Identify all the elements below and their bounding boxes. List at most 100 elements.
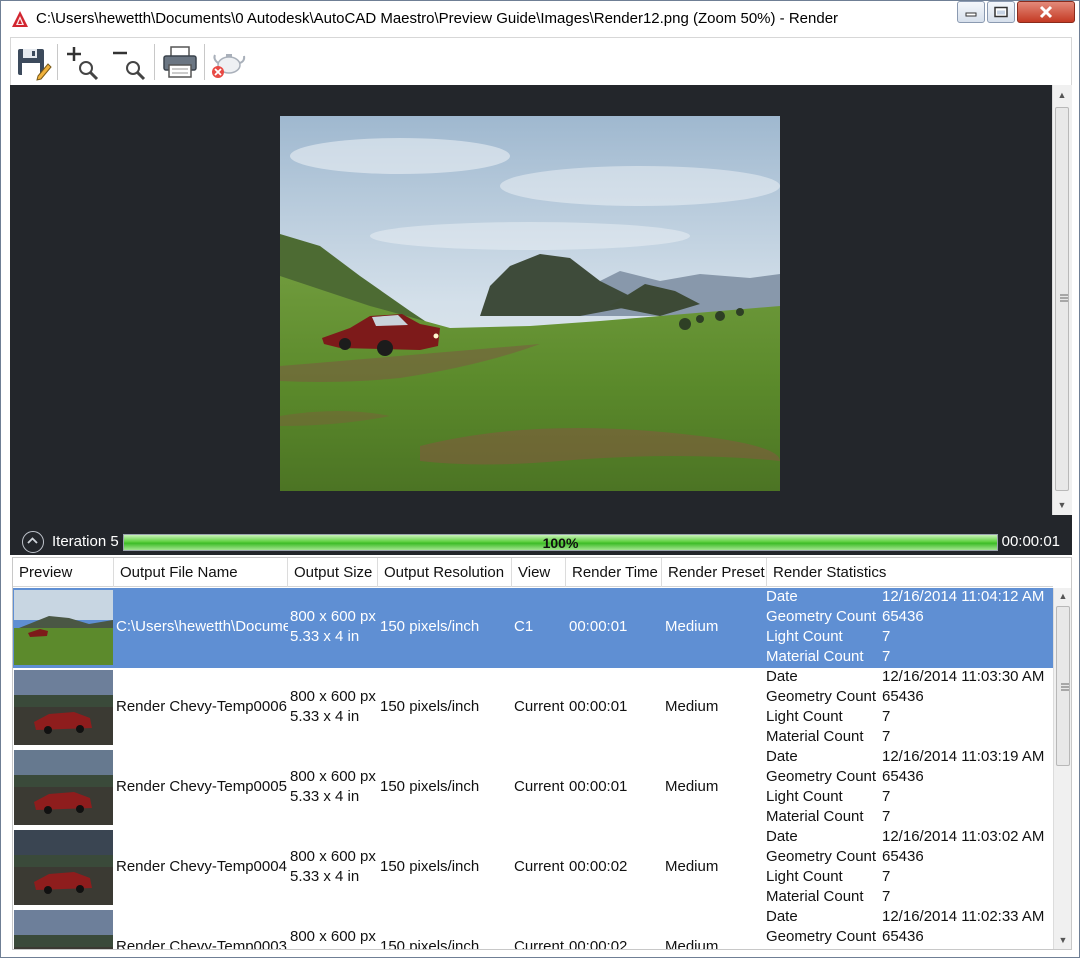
thumbnail-image xyxy=(14,670,113,745)
save-button[interactable] xyxy=(14,43,52,81)
stat-value: 7 xyxy=(882,728,891,745)
stat-value: 65436 xyxy=(882,608,924,625)
render-time-cell: 00:00:02 xyxy=(569,858,628,875)
minimize-button[interactable] xyxy=(957,1,985,23)
close-icon xyxy=(1039,5,1053,19)
stat-value: 7 xyxy=(882,708,891,725)
render-preset-cell: Medium xyxy=(665,938,719,950)
stat-value: 7 xyxy=(882,628,891,645)
rendered-landscape xyxy=(280,116,780,491)
table-row[interactable]: Render Chevy-Temp0005 800 x 600 px 5.33 x … xyxy=(13,748,1053,828)
stat-label: Material Count xyxy=(766,808,864,825)
stat-value: 65436 xyxy=(882,848,924,865)
view-cell: C1 xyxy=(514,618,534,635)
toolbar-separator xyxy=(57,44,58,80)
zoom-out-icon xyxy=(113,51,146,81)
render-vertical-scrollbar[interactable]: ▲ ▼ xyxy=(1052,85,1072,515)
output-resolution-cell: 150 pixels/inch xyxy=(380,618,480,635)
stat-value: 7 xyxy=(882,888,891,905)
output-size-px-cell: 800 x 600 px xyxy=(290,688,376,705)
output-size-in-cell: 5.33 x 4 in xyxy=(290,788,360,805)
scroll-up-icon[interactable]: ▲ xyxy=(1054,588,1071,604)
stat-value: 7 xyxy=(882,648,891,665)
stat-label: Material Count xyxy=(766,888,864,905)
column-header-render-preset[interactable]: Render Preset xyxy=(662,558,767,587)
table-row[interactable]: Render Chevy-Temp0004 800 x 600 px 5.33 x … xyxy=(13,828,1053,908)
stat-label: Geometry Count xyxy=(766,608,877,625)
preview-thumbnail[interactable] xyxy=(14,910,113,949)
close-button[interactable] xyxy=(1017,1,1075,23)
scrollbar-thumb[interactable] xyxy=(1056,606,1070,766)
stat-label: Material Count xyxy=(766,728,864,745)
table-row[interactable]: Render Chevy-Temp0006 800 x 600 px 5.33 x … xyxy=(13,668,1053,748)
output-size-in-cell: 5.33 x 4 in xyxy=(290,628,360,645)
printer-icon xyxy=(163,46,197,78)
rendered-image xyxy=(280,116,780,491)
grip-icon xyxy=(1060,294,1068,302)
render-toolbar xyxy=(10,37,1072,85)
toolbar-separator xyxy=(204,44,205,80)
stat-value: 7 xyxy=(882,868,891,885)
render-time-cell: 00:00:01 xyxy=(569,618,628,635)
elapsed-time: 00:00:01 xyxy=(1001,533,1060,550)
column-header-preview[interactable]: Preview xyxy=(13,558,114,587)
render-time-cell: 00:00:01 xyxy=(569,698,628,715)
render-preset-cell: Medium xyxy=(665,778,719,795)
table-header: Preview Output File Name Output Size Out… xyxy=(13,558,1053,587)
render-preset-cell: Medium xyxy=(665,618,719,635)
preview-thumbnail[interactable] xyxy=(14,670,113,745)
column-header-render-statistics[interactable]: Render Statistics xyxy=(767,558,1053,587)
render-preset-cell: Medium xyxy=(665,858,719,875)
scroll-down-icon[interactable]: ▼ xyxy=(1054,932,1071,948)
grip-icon xyxy=(1061,683,1069,691)
cancel-render-button[interactable] xyxy=(209,43,247,81)
preview-thumbnail[interactable] xyxy=(14,750,113,825)
output-resolution-cell: 150 pixels/inch xyxy=(380,698,480,715)
render-time-cell: 00:00:02 xyxy=(569,938,628,950)
preview-thumbnail[interactable] xyxy=(14,590,113,665)
collapse-history-button[interactable] xyxy=(22,531,44,553)
stat-label: Date xyxy=(766,908,798,925)
scroll-down-icon[interactable]: ▼ xyxy=(1053,497,1071,513)
maximize-icon xyxy=(994,6,1008,18)
title-bar: C:\Users\hewetth\Documents\0 Autodesk\Au… xyxy=(1,1,1079,37)
stat-value: 7 xyxy=(882,948,890,949)
column-header-output-resolution[interactable]: Output Resolution xyxy=(378,558,512,587)
history-vertical-scrollbar[interactable]: ▲ ▼ xyxy=(1053,588,1071,949)
stat-value: 12/16/2014 11:03:30 AM xyxy=(882,668,1045,685)
table-row[interactable]: Render Chevy-Temp0003800 x 600 px 5.33 x … xyxy=(13,908,1053,950)
scrollbar-thumb[interactable] xyxy=(1055,107,1069,491)
view-cell: Current xyxy=(514,778,565,795)
column-header-output-file-name[interactable]: Output File Name xyxy=(114,558,288,587)
view-cell: Current xyxy=(514,938,565,950)
scroll-up-icon[interactable]: ▲ xyxy=(1053,87,1071,103)
output-size-px-cell: 800 x 600 px xyxy=(290,928,376,945)
stat-label: Light Count xyxy=(766,788,843,805)
zoom-out-button[interactable] xyxy=(109,43,147,81)
preview-thumbnail[interactable] xyxy=(14,830,113,905)
print-button[interactable] xyxy=(161,43,199,81)
column-header-view[interactable]: View xyxy=(512,558,566,587)
view-cell: Current xyxy=(514,698,565,715)
stat-label: Material Count xyxy=(766,648,864,665)
zoom-in-button[interactable] xyxy=(64,43,102,81)
column-header-output-size[interactable]: Output Size xyxy=(288,558,378,587)
progress-percent: 100% xyxy=(542,535,579,551)
stat-label: Geometry Count xyxy=(766,768,877,785)
column-header-render-time[interactable]: Render Time xyxy=(566,558,662,587)
render-preset-cell: Medium xyxy=(665,698,719,715)
output-size-in-cell: 5.33 x 4 in xyxy=(290,868,360,885)
maximize-button[interactable] xyxy=(987,1,1015,23)
table-row[interactable]: C:\Users\hewetth\Documents\0 Autodesk\Au… xyxy=(13,588,1053,668)
output-file-name-cell: Render Chevy-Temp0004 xyxy=(116,858,287,875)
stat-value: 65436 xyxy=(882,688,924,705)
output-resolution-cell: 150 pixels/inch xyxy=(380,778,480,795)
output-resolution-cell: 150 pixels/inch xyxy=(380,938,480,950)
stat-value: 12/16/2014 11:03:02 AM xyxy=(882,828,1045,845)
output-file-name-cell: Render Chevy-Temp0006 xyxy=(116,698,287,715)
stat-value: 12/16/2014 11:04:12 AM xyxy=(882,588,1045,605)
output-size-px-cell: 800 x 600 px xyxy=(290,848,376,865)
minimize-icon xyxy=(965,12,977,17)
render-window: C:\Users\hewetth\Documents\0 Autodesk\Au… xyxy=(0,0,1080,958)
thumbnail-image xyxy=(14,750,113,825)
